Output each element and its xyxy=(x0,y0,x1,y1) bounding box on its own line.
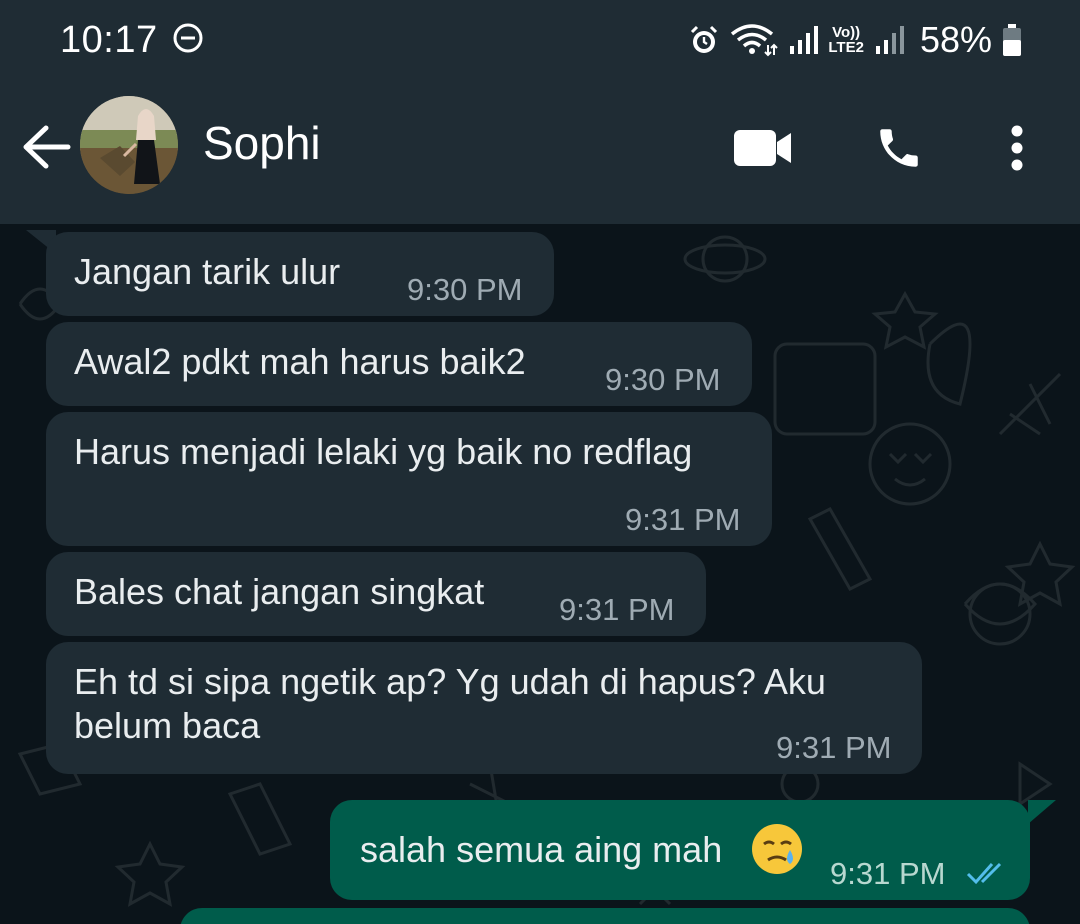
incoming-message[interactable]: Eh td si sipa ngetik ap? Yg udah di hapu… xyxy=(46,642,922,774)
signal-icon xyxy=(788,24,819,56)
battery-icon xyxy=(1002,23,1022,57)
contact-avatar[interactable] xyxy=(80,96,178,194)
outgoing-message-partial[interactable] xyxy=(180,908,1030,924)
wifi-icon xyxy=(730,23,779,57)
phone-icon xyxy=(880,129,918,167)
alarm-icon xyxy=(688,24,720,56)
back-button[interactable] xyxy=(20,120,74,174)
message-time: 9:31 PM xyxy=(559,592,675,627)
video-call-button[interactable] xyxy=(728,120,798,176)
contact-name[interactable]: Sophi xyxy=(203,116,321,170)
incoming-message[interactable]: Jangan tarik ulur 9:30 PM xyxy=(46,232,554,316)
message-text-line1: Eh td si sipa ngetik ap? Yg udah di hapu… xyxy=(74,661,826,702)
read-ticks-icon xyxy=(966,862,1002,885)
message-text: Harus menjadi lelaki yg baik no redflag xyxy=(74,431,693,472)
face-holding-back-tears-emoji xyxy=(750,822,804,886)
video-call-icon xyxy=(734,130,791,166)
incoming-message[interactable]: Awal2 pdkt mah harus baik2 9:30 PM xyxy=(46,322,752,406)
status-right: Vo)) LTE2 58% xyxy=(688,19,1022,61)
status-time: 10:17 xyxy=(60,18,158,61)
volte-icon: Vo)) LTE2 xyxy=(828,25,864,55)
outgoing-message[interactable]: salah semua aing mah 9:31 PM xyxy=(330,800,1030,900)
message-time: 9:31 PM xyxy=(776,730,892,765)
message-text: Awal2 pdkt mah harus baik2 xyxy=(74,341,526,382)
back-arrow-icon xyxy=(23,125,71,169)
status-bar: 10:17 Vo)) LTE2 58% xyxy=(0,0,1080,80)
chat-header: Sophi xyxy=(0,80,1080,224)
status-left: 10:17 xyxy=(60,19,204,62)
volte-line2: LTE2 xyxy=(828,39,864,56)
signal-icon-2 xyxy=(874,24,904,56)
message-time: 9:31 PM xyxy=(625,502,741,537)
volte-line1: Vo)) xyxy=(832,24,861,41)
message-text: salah semua aing mah xyxy=(360,829,723,870)
more-options-button[interactable] xyxy=(994,118,1040,178)
voice-call-button[interactable] xyxy=(866,118,932,178)
message-time: 9:30 PM xyxy=(605,362,721,397)
bubble-tail-out xyxy=(1028,800,1056,824)
message-time: 9:31 PM xyxy=(830,856,946,891)
message-text: Bales chat jangan singkat xyxy=(74,571,485,612)
message-text: Jangan tarik ulur xyxy=(74,251,341,292)
battery-percent: 58% xyxy=(919,19,992,60)
chat-area[interactable]: Jangan tarik ulur 9:30 PM Awal2 pdkt mah… xyxy=(0,224,1080,924)
message-time: 9:30 PM xyxy=(407,272,523,307)
incoming-message[interactable]: Bales chat jangan singkat 9:31 PM xyxy=(46,552,706,636)
message-text-line2: belum baca xyxy=(74,705,261,746)
more-vert-icon xyxy=(1011,125,1023,171)
dnd-icon xyxy=(172,22,204,59)
incoming-message[interactable]: Harus menjadi lelaki yg baik no redflag … xyxy=(46,412,772,546)
